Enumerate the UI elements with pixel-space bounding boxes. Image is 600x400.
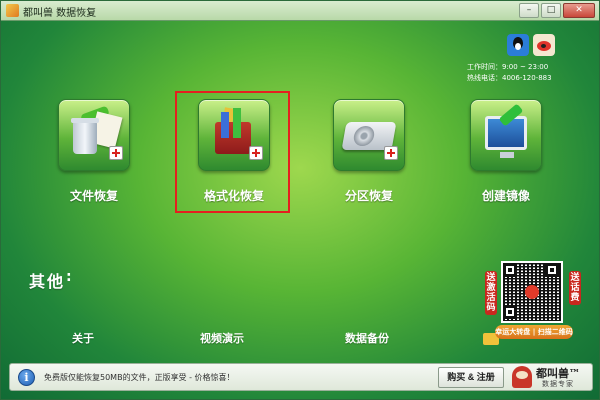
- brand-subtitle: 数据专家: [542, 380, 574, 388]
- about-link[interactable]: 关于: [72, 330, 94, 346]
- buy-register-button[interactable]: 购买 & 注册: [438, 367, 504, 388]
- file-recovery-icon[interactable]: [58, 99, 130, 171]
- video-demo-link[interactable]: 视频演示: [200, 330, 244, 346]
- qr-finder-icon: [545, 263, 559, 277]
- others-colon: :: [66, 269, 72, 285]
- play-icon: [525, 285, 539, 299]
- mascot-icon: [512, 366, 532, 388]
- selection-highlight: [175, 91, 290, 213]
- close-button[interactable]: ✕: [563, 3, 595, 18]
- bottom-bar: i 免费版仅能恢复50MB的文件，正版享受 - 价格惊喜！ 购买 & 注册 都叫…: [9, 363, 593, 391]
- window-title: 都叫兽 数据恢复: [23, 8, 97, 19]
- create-image-icon[interactable]: [470, 99, 542, 171]
- feature-partition-recovery[interactable]: 分区恢复: [327, 99, 411, 203]
- others-heading: 其他: [29, 272, 66, 291]
- promo-left-tag: 送激活码: [485, 271, 497, 315]
- minimize-button[interactable]: –: [519, 3, 539, 18]
- promo-ribbon: 幸运大转盘 | 扫描二维码: [495, 325, 573, 339]
- partition-recovery-icon[interactable]: [333, 99, 405, 171]
- plus-icon: [109, 146, 123, 160]
- app-logo-icon: [6, 4, 19, 17]
- working-hours: 工作时间：9:00 ~ 23:00: [467, 63, 549, 71]
- qq-icon[interactable]: [507, 34, 529, 56]
- hotline-phone: 热线电话：4006-120-883: [467, 74, 552, 82]
- maximize-button[interactable]: □: [541, 3, 561, 18]
- qr-finder-icon: [503, 305, 517, 319]
- plus-icon: [384, 146, 398, 160]
- data-backup-link[interactable]: 数据备份: [345, 330, 389, 346]
- feature-label[interactable]: 创建镜像: [464, 187, 548, 204]
- app-window: 都叫兽 数据恢复 – □ ✕ 工作时间：9:00 ~ 23:00 热线电话：40…: [0, 0, 600, 400]
- feature-label[interactable]: 分区恢复: [327, 187, 411, 204]
- promo-panel[interactable]: 送激活码 送话费 幸运大转盘 | 扫描二维码: [481, 259, 586, 349]
- brand-logo: 都叫兽™ 数据专家: [512, 364, 592, 390]
- feature-create-image[interactable]: 创建镜像: [464, 99, 548, 203]
- feature-label[interactable]: 文件恢复: [52, 187, 136, 204]
- qr-finder-icon: [503, 263, 517, 277]
- promo-right-tag: 送话费: [569, 271, 581, 305]
- free-version-notice: 免费版仅能恢复50MB的文件，正版享受 - 价格惊喜！: [44, 373, 235, 382]
- recycle-bin-icon: [71, 118, 99, 154]
- weibo-icon[interactable]: [533, 34, 555, 56]
- info-icon: i: [18, 369, 35, 386]
- title-bar[interactable]: 都叫兽 数据恢复 – □ ✕: [1, 1, 599, 21]
- feature-file-recovery[interactable]: 文件恢复: [52, 99, 136, 203]
